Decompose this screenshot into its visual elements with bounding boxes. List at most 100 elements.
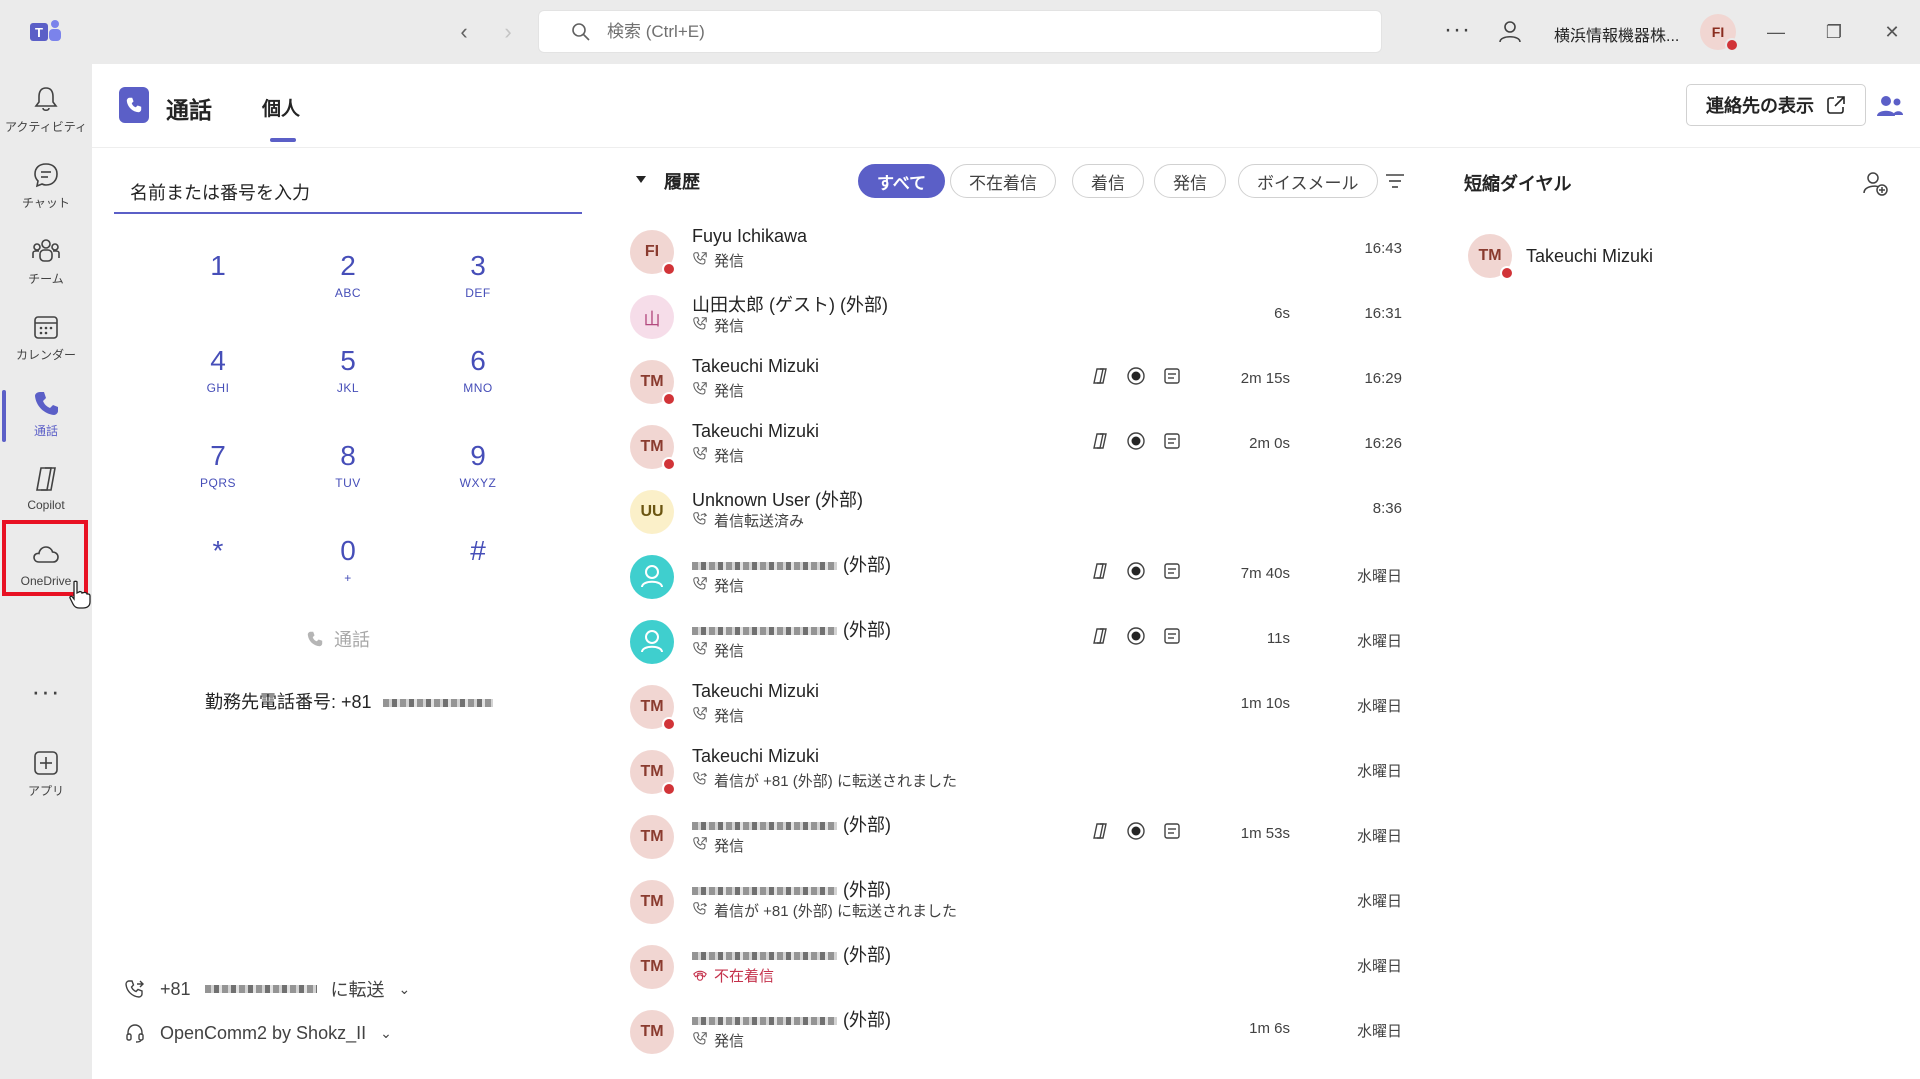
recording-icon[interactable] xyxy=(1126,431,1146,456)
rail-item-apps[interactable]: アプリ xyxy=(0,736,92,810)
recording-icon[interactable] xyxy=(1126,626,1146,651)
call-button[interactable]: 通話 xyxy=(306,626,370,652)
recording-icon[interactable] xyxy=(1126,561,1146,586)
dial-key-hash[interactable]: # xyxy=(423,535,533,615)
call-actions xyxy=(1090,821,1182,846)
call-type-label: 発信 xyxy=(714,253,745,270)
dial-key-3[interactable]: 3 DEF xyxy=(423,250,533,330)
filter-outgoing[interactable]: 発信 xyxy=(1154,164,1226,198)
teams-logo-icon[interactable]: T xyxy=(30,18,62,46)
copilot-recap-icon[interactable] xyxy=(1090,366,1110,391)
copilot-recap-icon[interactable] xyxy=(1090,821,1110,846)
filter-icon[interactable] xyxy=(1384,170,1406,192)
presence-busy-icon xyxy=(662,782,676,796)
dial-key-8[interactable]: 8 TUV xyxy=(293,440,403,520)
recording-icon[interactable] xyxy=(1126,366,1146,391)
name-or-number-input[interactable] xyxy=(130,178,560,208)
more-apps-icon[interactable]: ··· xyxy=(0,676,92,707)
call-history-row[interactable]: TM (外部) 発信 1m 53s 水曜日 xyxy=(628,807,1408,871)
dial-key-1[interactable]: 1 xyxy=(163,250,273,330)
call-history-row[interactable]: TM (外部) 不在着信 水曜日 xyxy=(628,937,1408,1001)
org-switch-icon[interactable] xyxy=(1496,18,1524,46)
avatar: TM xyxy=(630,1010,674,1054)
chat-icon xyxy=(34,163,58,188)
show-contacts-button[interactable]: 連絡先の表示 xyxy=(1686,84,1866,126)
close-icon[interactable]: ✕ xyxy=(1874,14,1910,50)
transcript-icon[interactable] xyxy=(1162,431,1182,456)
dial-key-5[interactable]: 5 JKL xyxy=(293,345,403,425)
rail-item-calls[interactable]: 通話 xyxy=(0,376,92,450)
copilot-recap-icon[interactable] xyxy=(1090,626,1110,651)
call-time: 16:26 xyxy=(1364,435,1402,452)
rail-item-activity[interactable]: アクティビティ xyxy=(0,72,92,146)
call-forward-setting[interactable]: +81 に転送 ⌄ xyxy=(124,976,410,1002)
audio-device-setting[interactable]: OpenComm2 by Shokz_II ⌄ xyxy=(124,1022,392,1044)
minimize-icon[interactable]: — xyxy=(1758,14,1794,50)
call-history-row[interactable]: (外部) 発信 7m 40s 水曜日 xyxy=(628,547,1408,611)
dial-key-star[interactable]: * xyxy=(163,535,273,615)
speed-dial-item[interactable]: TM Takeuchi Mizuki xyxy=(1468,234,1653,280)
dial-key-2[interactable]: 2 ABC xyxy=(293,250,403,330)
redacted-name xyxy=(692,952,837,961)
call-type-label: 着信が +81 (外部) に転送されました xyxy=(714,773,957,790)
rail-item-calendar[interactable]: カレンダー xyxy=(0,300,92,374)
rail-label: アクティビティ xyxy=(5,120,87,134)
call-history-row[interactable]: TM Takeuchi Mizuki 発信 2m 15s 16:29 xyxy=(628,352,1408,416)
avatar-initials: TM xyxy=(640,698,664,715)
recording-icon[interactable] xyxy=(1126,821,1146,846)
filter-voicemail[interactable]: ボイスメール xyxy=(1238,164,1378,198)
copilot-recap-icon[interactable] xyxy=(1090,431,1110,456)
call-history-row[interactable]: (外部) 発信 11s 水曜日 xyxy=(628,612,1408,676)
caller-name: (外部) xyxy=(692,811,891,837)
filter-incoming[interactable]: 着信 xyxy=(1072,164,1144,198)
search-input[interactable] xyxy=(607,11,1307,52)
call-duration: 1m 10s xyxy=(1240,695,1290,712)
transcript-icon[interactable] xyxy=(1162,366,1182,391)
dial-key-4[interactable]: 4 GHI xyxy=(163,345,273,425)
call-type-label: 着信転送済み xyxy=(714,513,805,530)
rail-item-copilot[interactable]: Copilot xyxy=(0,452,92,526)
call-duration: 11s xyxy=(1266,630,1290,647)
call-history-row[interactable]: TM (外部) 着信が +81 (外部) に転送されました 水曜日 xyxy=(628,872,1408,936)
rail-item-teams[interactable]: チーム xyxy=(0,224,92,298)
caller-name: Unknown User (外部) xyxy=(692,486,863,512)
people-icon[interactable] xyxy=(1876,92,1904,120)
call-history-row[interactable]: FI Fuyu Ichikawa 発信 16:43 xyxy=(628,222,1408,286)
filter-missed[interactable]: 不在着信 xyxy=(950,164,1056,198)
transcript-icon[interactable] xyxy=(1162,561,1182,586)
call-history-row[interactable]: TM Takeuchi Mizuki 発信 1m 10s 水曜日 xyxy=(628,677,1408,741)
dial-key-6[interactable]: 6 MNO xyxy=(423,345,533,425)
back-arrow-icon[interactable]: ‹ xyxy=(450,18,478,46)
call-history-row[interactable]: 山 山田太郎 (ゲスト) (外部) 発信 6s 16:31 xyxy=(628,287,1408,351)
rail-item-chat[interactable]: チャット xyxy=(0,148,92,222)
search-box[interactable] xyxy=(538,10,1382,53)
call-history-row[interactable]: UU Unknown User (外部) 着信転送済み 8:36 xyxy=(628,482,1408,546)
tab-personal[interactable]: 個人 xyxy=(262,94,300,121)
call-history-row[interactable]: TM (外部) 発信 1m 6s 水曜日 xyxy=(628,1002,1408,1066)
transcript-icon[interactable] xyxy=(1162,821,1182,846)
call-type: 着信転送済み xyxy=(692,510,804,531)
call-history-row[interactable]: TM Takeuchi Mizuki 発信 2m 0s 16:26 xyxy=(628,417,1408,481)
forward-arrow-icon[interactable]: › xyxy=(494,18,522,46)
svg-text:T: T xyxy=(35,25,43,40)
dial-key-7[interactable]: 7 PQRS xyxy=(163,440,273,520)
call-time: 水曜日 xyxy=(1356,568,1402,585)
filter-all[interactable]: すべて xyxy=(858,164,946,198)
dial-key-9[interactable]: 9 WXYZ xyxy=(423,440,533,520)
call-history-row[interactable]: TM Takeuchi Mizuki 着信が +81 (外部) に転送されました 水曜… xyxy=(628,742,1408,806)
call-forwarded-icon xyxy=(692,511,708,531)
more-options-icon[interactable]: ··· xyxy=(1444,16,1471,44)
add-speed-dial-icon[interactable] xyxy=(1862,170,1888,196)
dial-input-container[interactable] xyxy=(114,170,582,214)
transcript-icon[interactable] xyxy=(1162,626,1182,651)
user-avatar[interactable]: FI xyxy=(1700,14,1739,52)
history-heading[interactable]: 履歴 xyxy=(634,168,700,194)
copilot-recap-icon[interactable] xyxy=(1090,561,1110,586)
restore-icon[interactable]: ❐ xyxy=(1816,14,1852,50)
calls-app-icon xyxy=(119,87,149,123)
org-name[interactable]: 横浜情報機器株... xyxy=(1554,22,1679,46)
call-forwarded-icon xyxy=(692,771,708,791)
dial-key-0[interactable]: 0 + xyxy=(293,535,403,615)
key-letters: DEF xyxy=(465,286,491,300)
presence-busy-icon xyxy=(1725,38,1739,52)
